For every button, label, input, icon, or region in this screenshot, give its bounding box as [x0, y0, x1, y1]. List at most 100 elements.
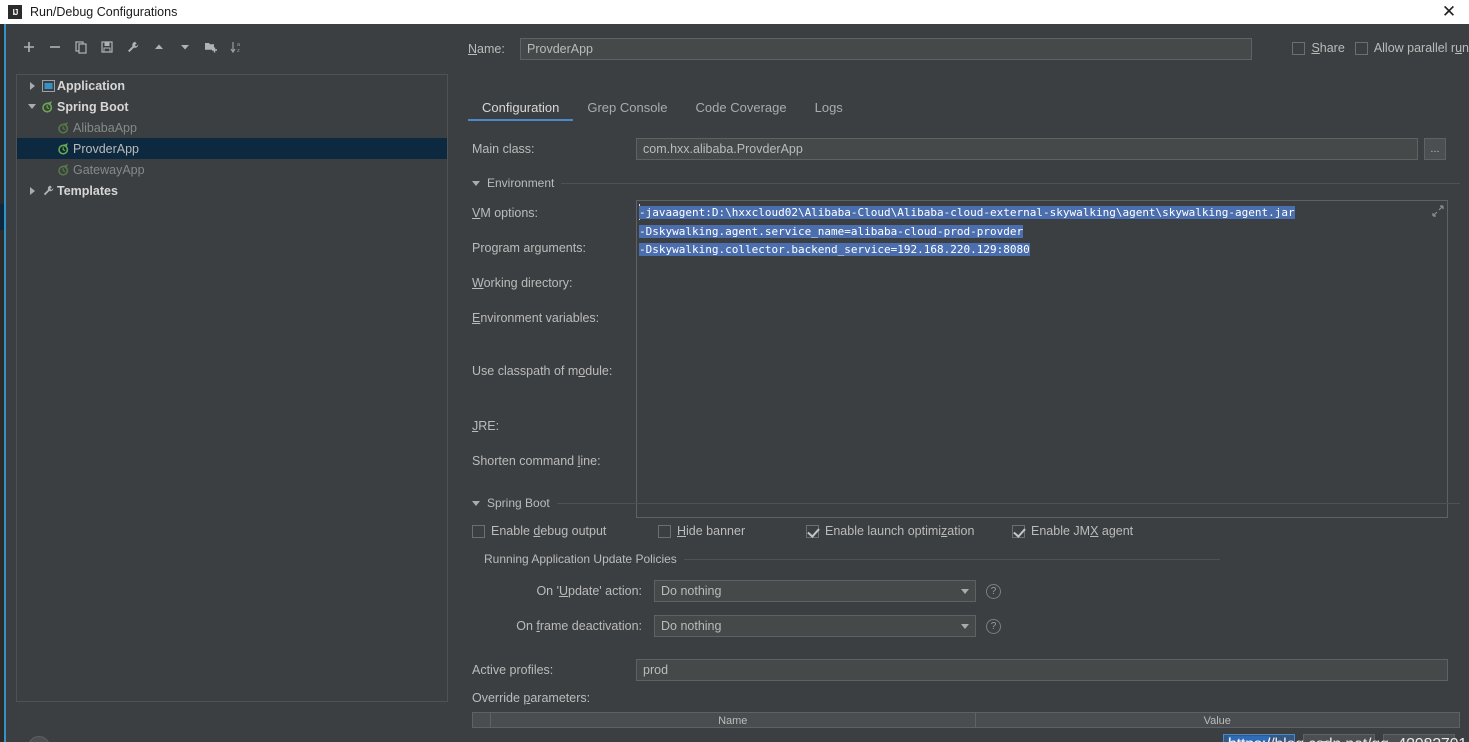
tree-item-gatewayapp[interactable]: GatewayApp [17, 159, 447, 180]
enable-debug-output-checkbox[interactable]: Enable debug output [472, 524, 658, 538]
chevron-down-icon[interactable] [472, 501, 480, 506]
vm-options-line-2: -Dskywalking.agent.service_name=alibaba-… [639, 224, 1024, 238]
chevron-down-icon[interactable] [961, 589, 969, 594]
tab-code-coverage[interactable]: Code Coverage [682, 98, 801, 121]
dialog-body: a z Application Spring Boot AlibabaApp P… [8, 24, 1469, 742]
on-update-action-combo[interactable]: Do nothing [654, 580, 976, 602]
share-checkbox-box[interactable] [1292, 41, 1306, 55]
chevron-right-icon[interactable] [25, 184, 39, 198]
hide-banner-checkbox[interactable]: Hide banner [658, 524, 806, 538]
chevron-down-icon[interactable] [25, 100, 39, 114]
vm-options-label-row: VM options: [472, 206, 538, 220]
enable-jmx-agent-checkbox-box[interactable] [1012, 524, 1025, 538]
title-bar: IJ Run/Debug Configurations ✕ [0, 0, 1469, 24]
copy-configuration-button[interactable] [68, 34, 94, 60]
tree-item-label: Spring Boot [57, 99, 129, 114]
cancel-button[interactable]: Cancel [1303, 734, 1375, 742]
edit-templates-button[interactable] [120, 34, 146, 60]
column-header-value[interactable]: Value [976, 713, 1460, 727]
chevron-down-icon[interactable] [961, 624, 969, 629]
environment-section-header[interactable]: Environment [472, 176, 1460, 190]
override-parameters-table[interactable]: Name Value [472, 712, 1460, 728]
enable-jmx-agent-checkbox[interactable]: Enable JMX agent [1012, 524, 1133, 538]
tree-item-label: GatewayApp [73, 162, 145, 177]
ok-button[interactable]: OK [1223, 734, 1295, 742]
on-update-action-row: On 'Update' action: Do nothing ? [510, 580, 1001, 602]
vm-options-text: -javaagent:D:\hxxcloud02\Alibaba-Cloud\A… [639, 204, 1295, 260]
chevron-right-icon[interactable] [25, 79, 39, 93]
hide-banner-checkbox-box[interactable] [658, 524, 671, 538]
spring-boot-icon [55, 121, 73, 135]
top-checkbox-row: Share Allow parallel run [1292, 41, 1469, 55]
spring-boot-icon [39, 100, 57, 114]
share-checkbox-label: Share [1311, 41, 1345, 55]
help-icon[interactable]: ? [986, 583, 1001, 599]
column-header-name[interactable]: Name [491, 713, 976, 727]
help-icon[interactable]: ? [986, 618, 1001, 634]
tree-item-templates[interactable]: Templates [17, 180, 447, 201]
vm-options-textarea[interactable]: -javaagent:D:\hxxcloud02\Alibaba-Cloud\A… [636, 200, 1448, 518]
close-icon[interactable]: ✕ [1439, 2, 1459, 22]
spring-boot-section-header[interactable]: Spring Boot [472, 496, 1460, 510]
active-profiles-input[interactable] [636, 659, 1448, 681]
tab-logs[interactable]: Logs [801, 98, 857, 121]
tree-item-spring-boot[interactable]: Spring Boot [17, 96, 447, 117]
override-parameters-row: Override parameters: [472, 691, 590, 705]
tree-item-label: Application [57, 78, 126, 93]
allow-parallel-run-checkbox-label: Allow parallel run [1373, 41, 1469, 55]
main-class-input[interactable] [636, 138, 1418, 160]
save-configuration-button[interactable] [94, 34, 120, 60]
tree-item-provderapp[interactable]: ProvderApp [17, 138, 447, 159]
tab-configuration[interactable]: Configuration [468, 98, 574, 121]
remove-configuration-button[interactable] [42, 34, 68, 60]
enable-launch-optimization-checkbox-box[interactable] [806, 524, 819, 538]
configurations-tree[interactable]: Application Spring Boot AlibabaApp Provd… [16, 74, 448, 702]
configurations-panel: a z Application Spring Boot AlibabaApp P… [8, 24, 456, 742]
on-update-action-value: Do nothing [661, 584, 722, 598]
main-class-browse-button[interactable]: ... [1424, 138, 1446, 160]
spring-boot-checkbox-row: Enable debug output Hide banner Enable l… [472, 524, 1133, 538]
allow-parallel-run-checkbox[interactable]: Allow parallel run [1354, 41, 1469, 55]
new-folder-button[interactable] [198, 34, 224, 60]
enable-launch-optimization-checkbox[interactable]: Enable launch optimization [806, 524, 1012, 538]
environment-section-title: Environment [487, 176, 555, 190]
on-frame-deactivation-value: Do nothing [661, 619, 722, 633]
share-checkbox[interactable]: Share [1292, 41, 1345, 55]
enable-debug-output-checkbox-box[interactable] [472, 524, 485, 538]
active-profiles-label: Active profiles: [472, 663, 554, 677]
expand-textarea-icon[interactable] [1432, 204, 1444, 217]
hide-banner-checkbox-label: Hide banner [677, 524, 746, 538]
override-parameters-table-header: Name Value [473, 713, 1460, 727]
move-down-button[interactable] [172, 34, 198, 60]
tree-item-application[interactable]: Application [17, 75, 447, 96]
section-divider [683, 558, 1220, 560]
add-configuration-button[interactable] [16, 34, 42, 60]
tree-item-alibabaapp[interactable]: AlibabaApp [17, 117, 447, 138]
use-classpath-of-module-label-row: Use classpath of module: [472, 364, 612, 378]
tree-item-label: ProvderApp [73, 141, 140, 156]
help-button[interactable]: ? [28, 736, 50, 742]
allow-parallel-run-checkbox-box[interactable] [1354, 41, 1368, 55]
configuration-tabs: Configuration Grep Console Code Coverage… [468, 98, 857, 126]
apply-button[interactable]: Apply [1383, 734, 1455, 742]
update-policies-section-header: Running Application Update Policies [484, 552, 1220, 566]
sort-button[interactable]: a z [224, 34, 250, 60]
configuration-details-panel: Name: Share Allow parallel run Configura… [456, 24, 1469, 742]
environment-variables-label-row: Environment variables: [472, 311, 599, 325]
intellij-idea-icon: IJ [8, 5, 22, 19]
on-frame-deactivation-row: On frame deactivation: Do nothing ? [510, 615, 1001, 637]
name-input[interactable] [520, 38, 1252, 60]
move-up-button[interactable] [146, 34, 172, 60]
main-class-label: Main class: [472, 142, 535, 156]
svg-text:z: z [237, 48, 240, 54]
tab-grep-console[interactable]: Grep Console [573, 98, 681, 121]
section-divider [556, 502, 1460, 504]
on-frame-deactivation-combo[interactable]: Do nothing [654, 615, 976, 637]
row-gutter [473, 713, 491, 727]
shorten-command-line-label-row: Shorten command line: [472, 454, 601, 468]
chevron-down-icon[interactable] [472, 181, 480, 186]
dialog-button-bar: OK Cancel Apply [1223, 734, 1455, 742]
configuration-tab-pane: Main class: ... Environment VM options: … [468, 128, 1462, 742]
